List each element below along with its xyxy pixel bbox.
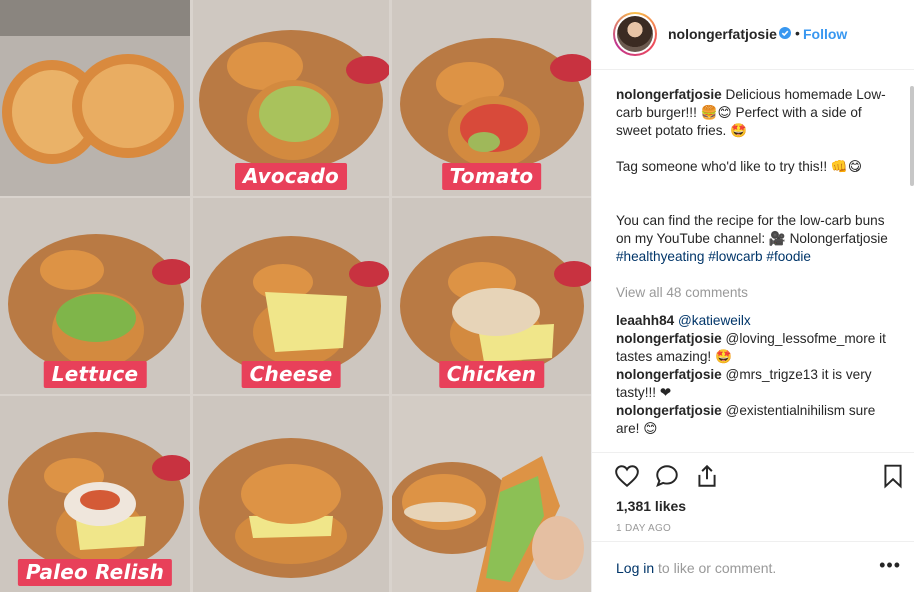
photo-panel-held	[392, 396, 591, 592]
comment-username[interactable]: nolongerfatjosie	[616, 367, 722, 382]
photo-panel-cheese: Cheese	[193, 198, 389, 394]
photo-panel-lettuce: Lettuce	[0, 198, 190, 394]
post-side-panel: nolongerfatjosie • Follow nolongerfatjos…	[591, 0, 914, 592]
post-header: nolongerfatjosie • Follow	[592, 0, 914, 70]
post-timestamp[interactable]: 1 DAY AGO	[616, 523, 671, 534]
photo-panel-chicken: Chicken	[392, 198, 591, 394]
photo-panel-paleo-relish: Paleo Relish	[0, 396, 190, 592]
post-actions: 1,381 likes 1 DAY AGO Log in to like or …	[592, 452, 914, 592]
share-icon[interactable]	[694, 463, 720, 489]
avatar[interactable]	[613, 12, 657, 56]
verified-badge-icon	[779, 27, 791, 39]
post-caption: nolongerfatjosie Delicious homemade Low-…	[616, 86, 900, 266]
comments-scrollbar[interactable]	[909, 86, 914, 452]
comment-item: leaahh84 @katieweilx	[616, 312, 900, 330]
label-chicken: Chicken	[438, 361, 545, 388]
assembled-burger-image	[193, 396, 389, 592]
login-rest: to like or comment.	[658, 560, 777, 576]
comment-icon[interactable]	[654, 463, 680, 489]
comment-username[interactable]: nolongerfatjosie	[616, 331, 722, 346]
bookmark-icon[interactable]	[880, 463, 906, 489]
header-separator: •	[795, 25, 800, 41]
label-lettuce: Lettuce	[43, 361, 147, 388]
comment-item: nolongerfatjosie @existentialnihilism su…	[616, 402, 900, 438]
likes-count[interactable]: 1,381 likes	[616, 498, 686, 514]
avatar-photo	[617, 16, 653, 52]
heart-icon[interactable]	[614, 463, 640, 489]
comments-list[interactable]: nolongerfatjosie Delicious homemade Low-…	[616, 86, 900, 452]
caption-hashtags[interactable]: #healthyeating #lowcarb #foodie	[616, 248, 900, 266]
post-photo[interactable]: Avocado Tomato Lettuce Cheese Chicken Pa…	[0, 0, 591, 592]
view-all-comments-link[interactable]: View all 48 comments	[616, 284, 900, 302]
login-prompt: Log in to like or comment.	[616, 560, 776, 576]
comment-username[interactable]: nolongerfatjosie	[616, 403, 722, 418]
buns-image	[0, 0, 190, 196]
login-link[interactable]: Log in	[616, 560, 654, 576]
label-avocado: Avocado	[235, 163, 347, 190]
comment-item: nolongerfatjosie @loving_lessofme_more i…	[616, 330, 900, 366]
comment-text: @katieweilx	[677, 313, 751, 328]
login-bar: Log in to like or comment. •••	[592, 541, 914, 593]
follow-button[interactable]: Follow	[803, 26, 847, 42]
caption-line2: Tag someone who'd like to try this!! 👊😋	[616, 159, 863, 174]
more-options-icon[interactable]: •••	[879, 555, 901, 576]
comment-username[interactable]: leaahh84	[616, 313, 674, 328]
caption-line3: You can find the recipe for the low-carb…	[616, 213, 888, 246]
photo-panel-buns	[0, 0, 190, 196]
label-tomato: Tomato	[441, 163, 542, 190]
held-burger-image	[392, 396, 591, 592]
caption-username[interactable]: nolongerfatjosie	[616, 87, 722, 102]
photo-panel-avocado: Avocado	[193, 0, 389, 196]
comment-item: nolongerfatjosie @mrs_trigze13 it is ver…	[616, 366, 900, 402]
photo-panel-tomato: Tomato	[392, 0, 591, 196]
scroll-thumb[interactable]	[910, 86, 914, 186]
label-cheese: Cheese	[241, 361, 341, 388]
label-paleo-relish: Paleo Relish	[17, 559, 173, 586]
header-username[interactable]: nolongerfatjosie	[668, 26, 777, 42]
photo-panel-assembled	[193, 396, 389, 592]
